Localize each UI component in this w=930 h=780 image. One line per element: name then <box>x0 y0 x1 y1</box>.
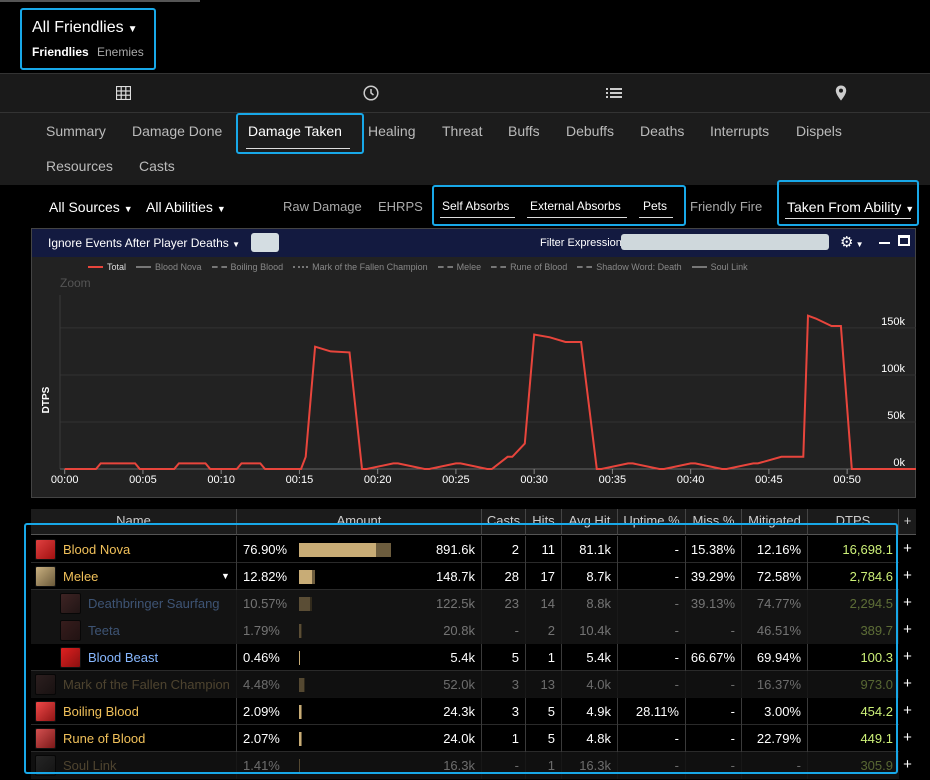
series-total-line[interactable] <box>64 314 916 470</box>
y-tick-label: 100k <box>881 363 905 375</box>
x-tick-label: 00:30 <box>520 474 548 486</box>
add-row-button[interactable]: + <box>900 617 915 644</box>
all-sources-dropdown[interactable]: All Sources ▼ <box>49 199 133 215</box>
all-abilities-label: All Abilities <box>146 199 213 215</box>
y-tick-label: 150k <box>881 316 905 328</box>
list-icon[interactable] <box>602 82 626 104</box>
active-tab-underline <box>246 148 350 149</box>
friendly-dropdown-label: All Friendlies <box>32 19 124 36</box>
chart-gridlines <box>60 327 916 470</box>
tab-summary[interactable]: Summary <box>46 123 106 139</box>
header: All Friendlies ▼ Friendlies Enemies <box>0 0 930 73</box>
view-icon-bar <box>0 73 930 113</box>
grid-icon[interactable] <box>111 82 135 104</box>
y-axis-label: DTPS <box>41 386 52 413</box>
clock-icon[interactable] <box>359 82 383 104</box>
raw-damage-toggle[interactable]: Raw Damage <box>283 199 362 214</box>
tab-threat[interactable]: Threat <box>442 123 482 139</box>
x-tick-label: 00:00 <box>51 474 79 486</box>
tab-debuffs[interactable]: Debuffs <box>566 123 614 139</box>
tab-friendlies[interactable]: Friendlies <box>32 45 89 59</box>
add-row-button[interactable]: + <box>900 698 915 725</box>
tab-casts[interactable]: Casts <box>139 158 175 174</box>
x-ticks: 00:00 00:05 00:10 00:15 00:20 00:25 00:30 00:35… <box>51 469 861 486</box>
add-row-button[interactable]: + <box>900 644 915 671</box>
x-tick-label: 00:35 <box>599 474 627 486</box>
y-tick-label: 50k <box>887 410 905 422</box>
add-row-button[interactable]: + <box>900 563 915 590</box>
y-ticks: 150k 100k 50k 0k <box>881 316 905 469</box>
taken-from-ability-dropdown[interactable]: Taken From Ability ▼ <box>787 199 914 215</box>
tab-damage-done[interactable]: Damage Done <box>132 123 222 139</box>
tab-enemies[interactable]: Enemies <box>97 45 144 59</box>
x-tick-label: 00:20 <box>364 474 392 486</box>
friendly-selector-highlight: All Friendlies ▼ Friendlies Enemies <box>20 8 156 70</box>
self-absorbs-underline <box>440 217 515 218</box>
top-divider <box>0 0 200 2</box>
y-tick-label: 0k <box>893 457 905 469</box>
pets-toggle[interactable]: Pets <box>643 199 667 213</box>
add-row-button[interactable]: + <box>900 536 915 563</box>
friendly-dropdown[interactable]: All Friendlies ▼ <box>32 19 138 37</box>
caret-down-icon: ▼ <box>216 204 226 214</box>
caret-down-icon: ▼ <box>905 204 915 214</box>
tab-dispels[interactable]: Dispels <box>796 123 842 139</box>
caret-down-icon: ▼ <box>127 24 138 35</box>
pets-underline <box>639 217 673 218</box>
add-row-button[interactable]: + <box>900 752 915 779</box>
taken-from-ability-label: Taken From Ability <box>787 199 902 215</box>
tab-resources[interactable]: Resources <box>46 158 113 174</box>
tab-interrupts[interactable]: Interrupts <box>710 123 769 139</box>
caret-down-icon: ▼ <box>123 204 133 214</box>
all-abilities-dropdown[interactable]: All Abilities ▼ <box>146 199 226 215</box>
add-row-button[interactable]: + <box>900 725 915 752</box>
map-pin-icon[interactable] <box>829 82 853 104</box>
all-sources-label: All Sources <box>49 199 120 215</box>
external-absorbs-toggle[interactable]: External Absorbs <box>530 199 621 213</box>
filter-row: All Sources ▼ All Abilities ▼ Raw Damage… <box>0 180 930 229</box>
external-absorbs-underline <box>527 217 627 218</box>
tab-buffs[interactable]: Buffs <box>508 123 540 139</box>
x-tick-label: 00:25 <box>442 474 470 486</box>
x-tick-label: 00:05 <box>129 474 157 486</box>
tab-damage-taken[interactable]: Damage Taken <box>248 123 342 139</box>
col-add[interactable]: + <box>899 509 916 535</box>
add-row-button[interactable]: + <box>900 671 915 698</box>
table-highlight <box>24 523 898 774</box>
dtps-chart[interactable]: Zoom DTPS 150k100k50k0k 00:00 00:05 00:10 0… <box>31 228 916 498</box>
x-tick-label: 00:45 <box>755 474 783 486</box>
self-absorbs-toggle[interactable]: Self Absorbs <box>442 199 509 213</box>
zoom-label[interactable]: Zoom <box>60 276 91 290</box>
taken-from-ability-underline <box>785 218 911 219</box>
x-tick-label: 00:15 <box>286 474 314 486</box>
x-tick-label: 00:10 <box>207 474 235 486</box>
x-tick-label: 00:40 <box>677 474 705 486</box>
x-tick-label: 00:50 <box>833 474 861 486</box>
main-tabs: Summary Damage Done Damage Taken Healing… <box>0 113 930 185</box>
tab-healing[interactable]: Healing <box>368 123 415 139</box>
friendly-fire-toggle[interactable]: Friendly Fire <box>690 199 762 214</box>
ehrps-toggle[interactable]: EHRPS <box>378 199 423 214</box>
add-row-button[interactable]: + <box>900 590 915 617</box>
tab-deaths[interactable]: Deaths <box>640 123 684 139</box>
